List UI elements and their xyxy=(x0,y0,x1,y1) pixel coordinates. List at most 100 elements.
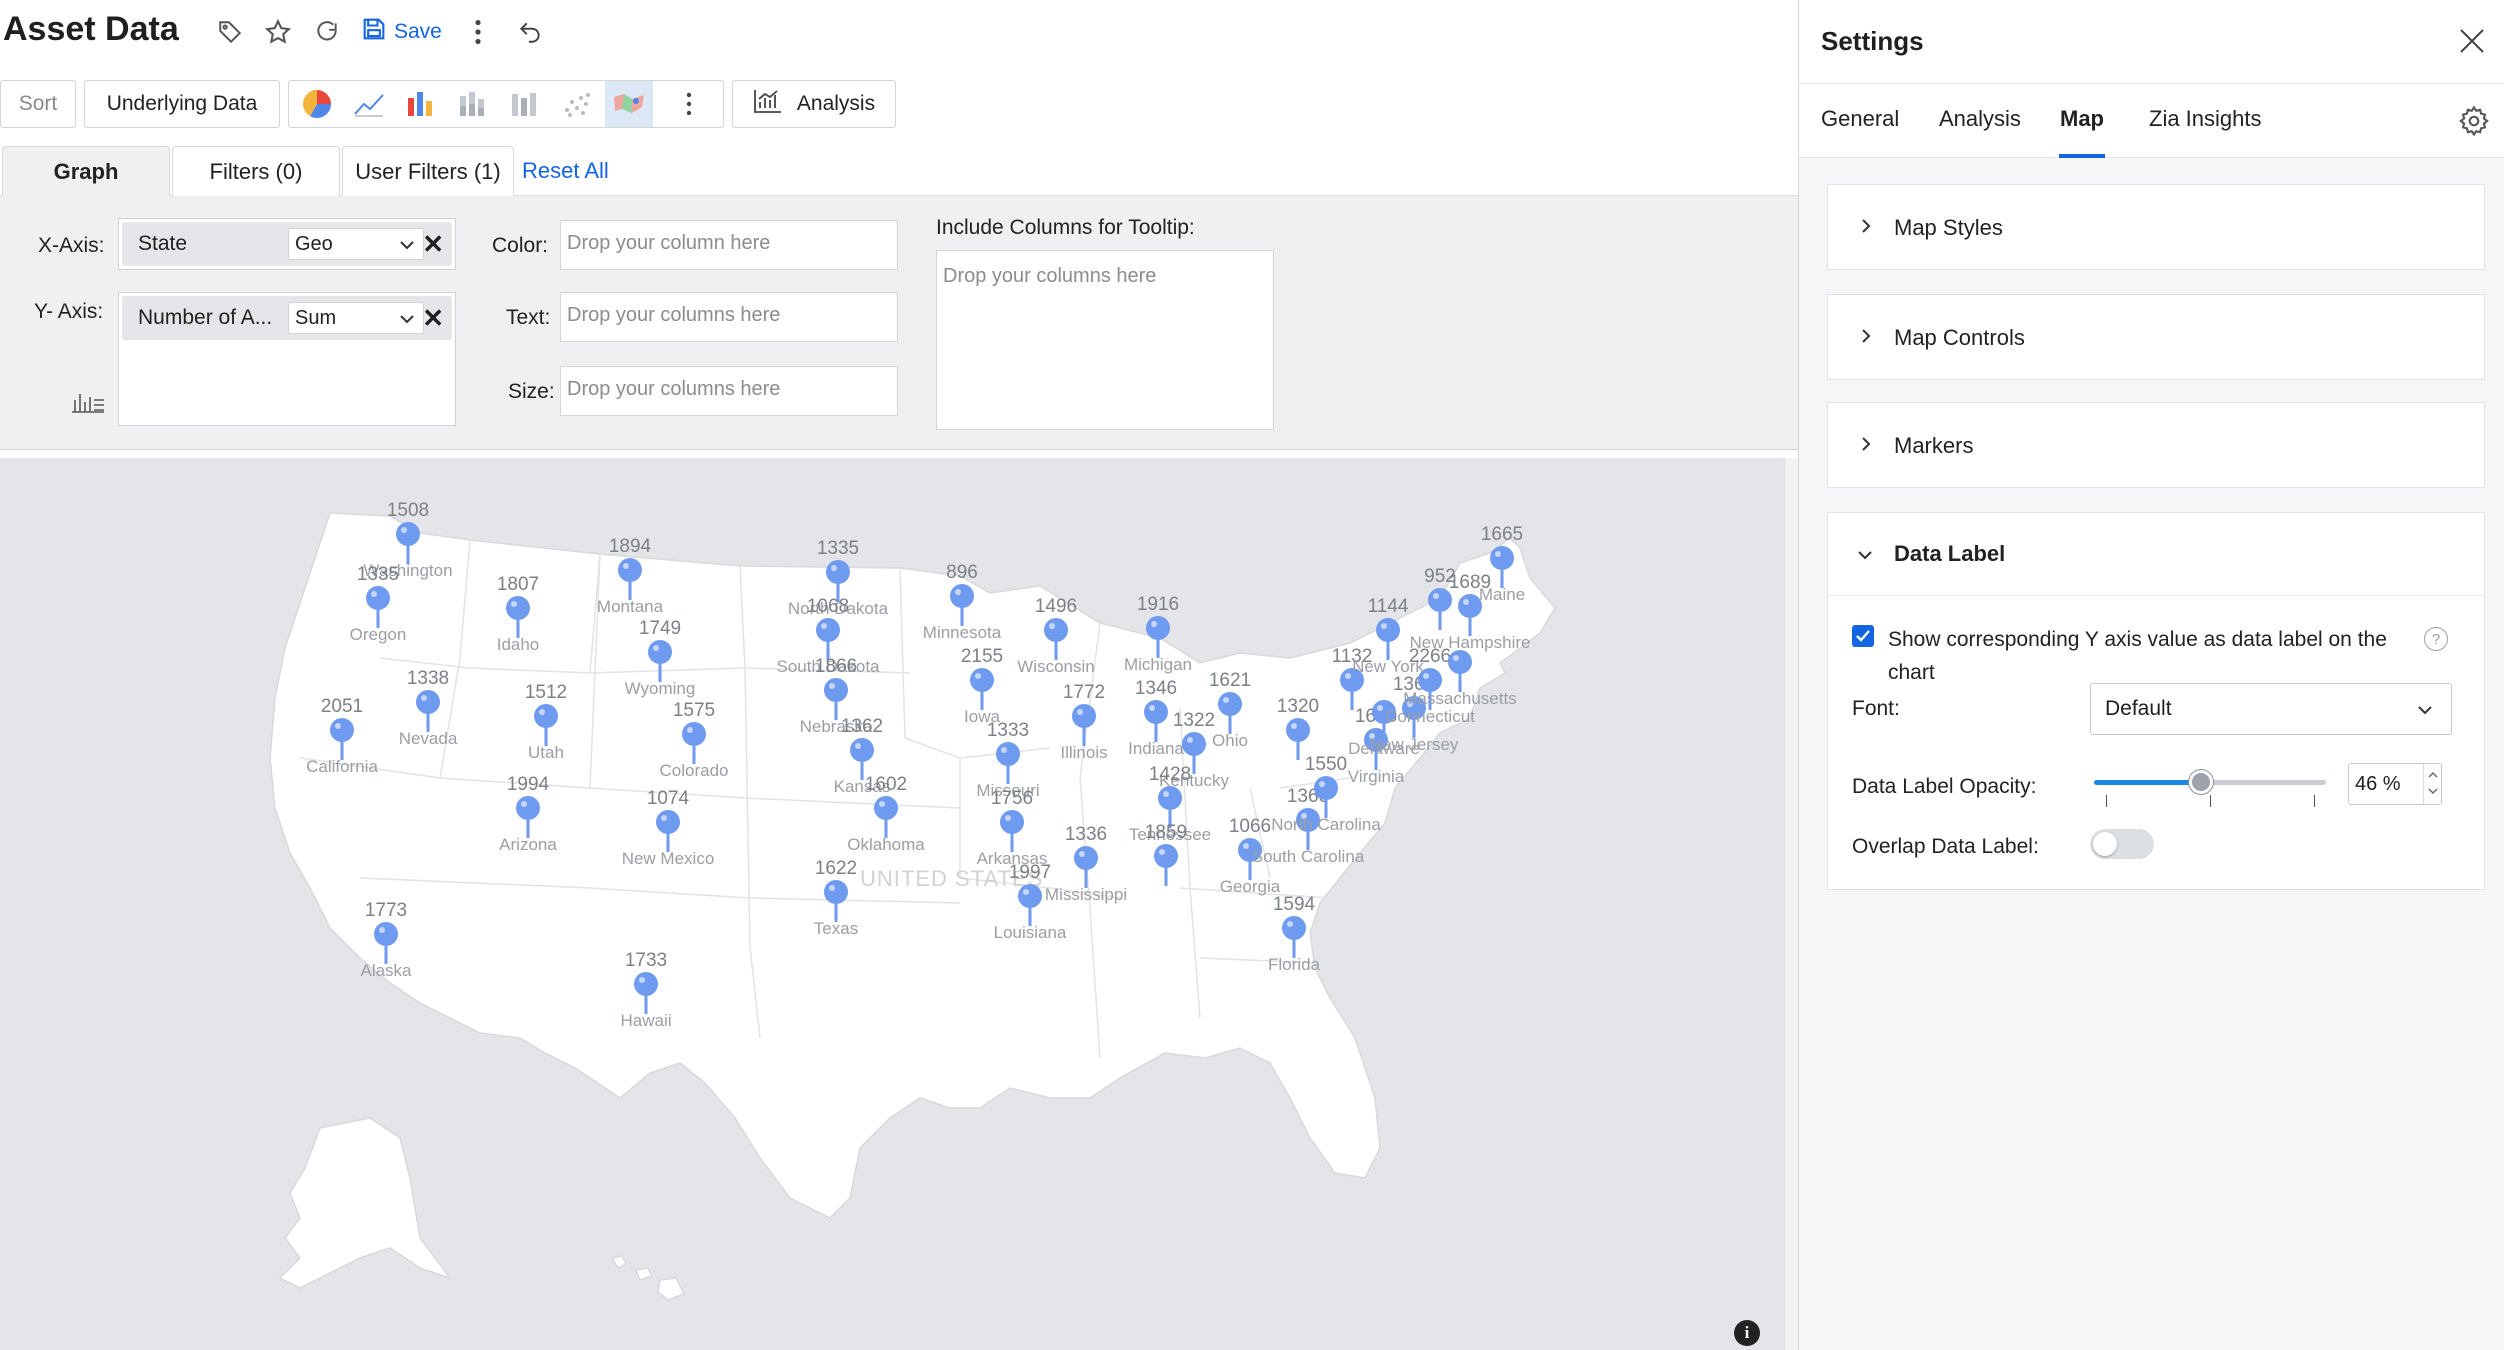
refresh-icon[interactable] xyxy=(309,14,345,50)
data-label-header[interactable]: Data Label xyxy=(1828,513,2484,595)
marker-data-label: 1749 xyxy=(639,618,681,639)
overlap-toggle[interactable] xyxy=(2090,829,2154,859)
map-pin-icon[interactable] xyxy=(874,796,898,820)
x-axis-remove-icon[interactable]: ✕ xyxy=(422,231,444,257)
map-pin-icon[interactable] xyxy=(1314,776,1338,800)
map-pin-icon[interactable] xyxy=(826,560,850,584)
save-button[interactable]: Save xyxy=(360,14,442,50)
accordion-map-styles[interactable]: Map Styles xyxy=(1827,184,2485,270)
more-vertical-icon[interactable] xyxy=(460,14,496,50)
sort-button[interactable]: Sort xyxy=(0,80,76,128)
opacity-slider[interactable] xyxy=(2090,763,2326,813)
reset-all-link[interactable]: Reset All xyxy=(522,158,609,184)
size-dropzone[interactable]: Drop your columns here xyxy=(560,366,898,416)
info-icon[interactable]: i xyxy=(1734,1320,1760,1346)
map-pin-icon[interactable] xyxy=(1376,618,1400,642)
map-pin-icon[interactable] xyxy=(1154,844,1178,868)
map-pin-icon[interactable] xyxy=(1490,546,1514,570)
stacked-column-chart-icon[interactable] xyxy=(501,81,549,127)
axis-settings-icon[interactable] xyxy=(70,388,106,419)
x-axis-pill[interactable]: State Geo ✕ xyxy=(122,222,452,266)
marker-data-label: 1335 xyxy=(817,538,859,559)
tooltip-dropzone[interactable]: Drop your columns here xyxy=(936,250,1274,430)
opacity-stepper[interactable] xyxy=(2423,764,2441,804)
map-pin-icon[interactable] xyxy=(634,972,658,996)
undo-icon[interactable] xyxy=(512,14,548,50)
font-select[interactable]: Default xyxy=(2090,683,2452,735)
map-pin-icon[interactable] xyxy=(824,880,848,904)
settings-tab-zia-insights[interactable]: Zia Insights xyxy=(2149,106,2262,132)
map-view[interactable]: UNITED STATES Washington 1508 Oregon 1335 Mo… xyxy=(0,458,1784,1350)
line-chart-icon[interactable] xyxy=(345,81,393,127)
map-pin-icon[interactable] xyxy=(682,722,706,746)
map-pin-icon[interactable] xyxy=(374,922,398,946)
map-pin-icon[interactable] xyxy=(1282,916,1306,940)
y-axis-pill[interactable]: Number of A... Sum ✕ xyxy=(122,296,452,340)
settings-tab-general[interactable]: General xyxy=(1821,106,1899,132)
show-data-label-checkbox[interactable] xyxy=(1852,625,1874,647)
close-icon[interactable] xyxy=(2457,26,2487,56)
y-axis-remove-icon[interactable]: ✕ xyxy=(422,305,444,331)
map-pin-icon[interactable] xyxy=(366,586,390,610)
more-chart-types-icon[interactable] xyxy=(665,81,713,127)
bar-chart-icon[interactable] xyxy=(397,81,445,127)
analysis-button[interactable]: Analysis xyxy=(732,80,896,128)
pie-chart-icon[interactable] xyxy=(293,81,341,127)
map-pin-icon[interactable] xyxy=(1182,732,1206,756)
y-axis-function-select[interactable]: Sum xyxy=(288,302,424,334)
us-map[interactable]: UNITED STATES Washington1508Oregon1335Mo… xyxy=(0,458,1784,1350)
settings-tab-map[interactable]: Map xyxy=(2060,106,2104,132)
map-pin-icon[interactable] xyxy=(816,618,840,642)
map-pin-icon[interactable] xyxy=(950,584,974,608)
color-dropzone[interactable]: Drop your column here xyxy=(560,220,898,270)
accordion-markers[interactable]: Markers xyxy=(1827,402,2485,488)
map-pin-icon[interactable] xyxy=(506,596,530,620)
map-pin-icon[interactable] xyxy=(1000,810,1024,834)
map-pin-icon[interactable] xyxy=(850,738,874,762)
accordion-map-controls[interactable]: Map Controls xyxy=(1827,294,2485,380)
map-pin-icon[interactable] xyxy=(970,668,994,692)
text-dropzone[interactable]: Drop your columns here xyxy=(560,292,898,342)
map-pin-icon[interactable] xyxy=(996,742,1020,766)
x-axis-dropzone[interactable]: State Geo ✕ xyxy=(118,218,456,270)
map-pin-icon[interactable] xyxy=(1448,650,1472,674)
star-icon[interactable] xyxy=(260,14,296,50)
map-pin-icon[interactable] xyxy=(1158,786,1182,810)
map-pin-icon[interactable] xyxy=(534,704,558,728)
map-pin-icon[interactable] xyxy=(516,796,540,820)
map-chart-icon[interactable] xyxy=(605,81,653,127)
map-pin-icon[interactable] xyxy=(1144,700,1168,724)
map-pin-icon[interactable] xyxy=(1218,692,1242,716)
map-pin-icon[interactable] xyxy=(1146,616,1170,640)
gear-icon[interactable] xyxy=(2457,104,2491,138)
map-pin-icon[interactable] xyxy=(416,690,440,714)
chevron-down-icon[interactable] xyxy=(2428,788,2438,795)
slider-thumb[interactable] xyxy=(2188,770,2213,794)
scatter-chart-icon[interactable] xyxy=(553,81,601,127)
map-pin-icon[interactable] xyxy=(648,640,672,664)
y-axis-dropzone[interactable]: Number of A... Sum ✕ xyxy=(118,292,456,426)
map-pin-icon[interactable] xyxy=(330,718,354,742)
settings-tab-analysis[interactable]: Analysis xyxy=(1939,106,2021,132)
map-pin-icon[interactable] xyxy=(618,558,642,582)
analysis-icon xyxy=(753,88,783,120)
map-pin-icon[interactable] xyxy=(1286,718,1310,742)
map-scrollbar[interactable] xyxy=(1784,458,1798,1350)
underlying-data-button[interactable]: Underlying Data xyxy=(84,80,280,128)
stacked-bar-chart-icon[interactable] xyxy=(449,81,497,127)
opacity-input[interactable]: 46 % xyxy=(2348,763,2442,805)
map-pin-icon[interactable] xyxy=(1072,704,1096,728)
help-icon[interactable]: ? xyxy=(2424,627,2448,651)
tab-user-filters[interactable]: User Filters (1) xyxy=(342,146,514,196)
map-pin-icon[interactable] xyxy=(396,522,420,546)
map-pin-icon[interactable] xyxy=(1018,884,1042,908)
tab-graph[interactable]: Graph xyxy=(2,146,170,196)
chevron-up-icon[interactable] xyxy=(2428,771,2438,778)
map-pin-icon[interactable] xyxy=(656,810,680,834)
x-axis-function-select[interactable]: Geo xyxy=(288,228,424,260)
map-pin-icon[interactable] xyxy=(824,678,848,702)
tab-filters[interactable]: Filters (0) xyxy=(172,146,340,196)
map-pin-icon[interactable] xyxy=(1074,846,1098,870)
map-pin-icon[interactable] xyxy=(1044,618,1068,642)
tag-icon[interactable] xyxy=(212,14,248,50)
